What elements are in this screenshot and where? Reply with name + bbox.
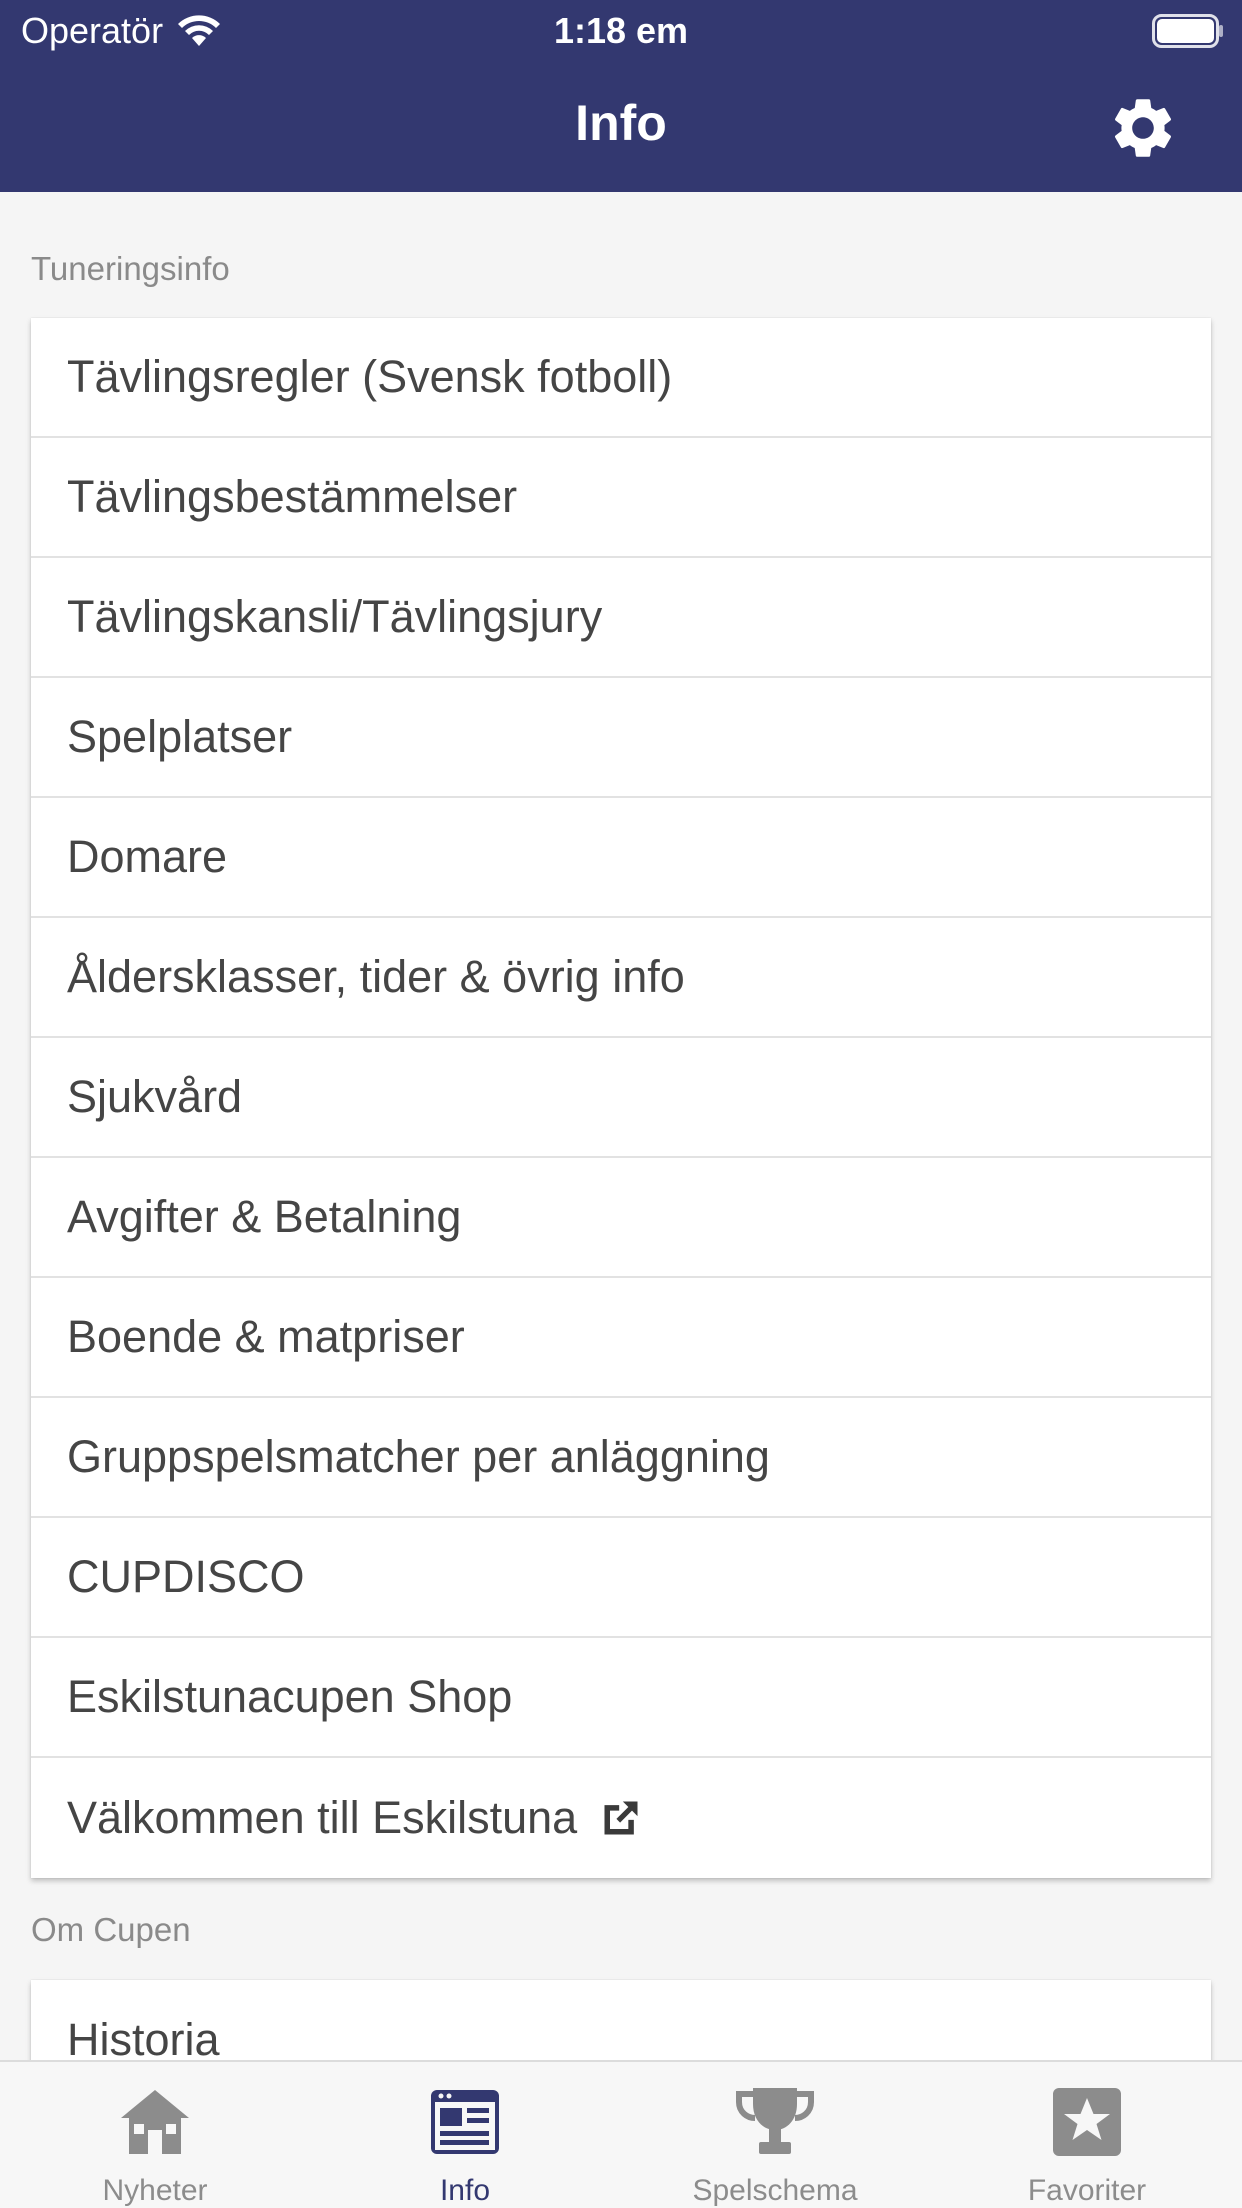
star-icon [1053, 2088, 1121, 2156]
tuneringsinfo-list: Tävlingsregler (Svensk fotboll) Tävlings… [31, 318, 1211, 1878]
list-item[interactable]: Tävlingsbestämmelser [31, 438, 1211, 558]
tab-favoriter[interactable]: Favoriter [932, 2062, 1242, 2208]
tab-nyheter[interactable]: Nyheter [0, 2062, 310, 2208]
list-item[interactable]: Boende & matpriser [31, 1278, 1211, 1398]
list-item-label: Spelplatser [67, 711, 293, 762]
tab-label: Favoriter [1027, 2174, 1147, 2207]
tab-label: Info [439, 2174, 491, 2207]
tab-bar: Nyheter Info Spelschema Favoriter [0, 2060, 1242, 2208]
list-item[interactable]: Gruppspelsmatcher per anläggning [31, 1398, 1211, 1518]
list-item-label: Sjukvård [67, 1071, 243, 1122]
list-item-label: Välkommen till Eskilstuna [67, 1792, 578, 1843]
status-time: 1:18 em [553, 10, 689, 51]
info-icon [431, 2090, 499, 2154]
list-item-label: CUPDISCO [67, 1551, 305, 1602]
list-item[interactable]: Spelplatser [31, 678, 1211, 798]
list-item-label: Historia [67, 2014, 220, 2065]
tab-label: Spelschema [692, 2174, 858, 2207]
list-item-label: Tävlingsregler (Svensk fotboll) [67, 351, 673, 402]
status-bar: Operatör 1:18 em [0, 0, 1242, 62]
list-item[interactable]: CUPDISCO [31, 1518, 1211, 1638]
app-header: Operatör 1:18 em Info [0, 0, 1242, 192]
list-item[interactable]: Avgifter & Betalning [31, 1158, 1211, 1278]
list-item[interactable]: Eskilstunacupen Shop [31, 1638, 1211, 1758]
list-item[interactable]: Domare [31, 798, 1211, 918]
settings-gear-icon[interactable] [1107, 92, 1179, 164]
list-item-label: Eskilstunacupen Shop [67, 1671, 513, 1722]
list-item[interactable]: Sjukvård [31, 1038, 1211, 1158]
list-item-label: Åldersklasser, tider & övrig info [67, 951, 685, 1002]
list-item-label: Domare [67, 831, 228, 882]
battery-icon [1152, 14, 1223, 48]
list-item[interactable]: Tävlingsregler (Svensk fotboll) [31, 318, 1211, 438]
list-item-label: Avgifter & Betalning [67, 1191, 462, 1242]
list-item[interactable]: Åldersklasser, tider & övrig info [31, 918, 1211, 1038]
list-item-external[interactable]: Välkommen till Eskilstuna [31, 1758, 1211, 1878]
tab-info[interactable]: Info [310, 2062, 620, 2208]
trophy-icon [736, 2088, 814, 2154]
list-item-label: Boende & matpriser [67, 1311, 465, 1362]
list-item-label: Tävlingsbestämmelser [67, 471, 518, 522]
page-title: Info [575, 95, 667, 151]
section-label-tuneringsinfo: Tuneringsinfo [31, 250, 230, 287]
home-icon [121, 2090, 189, 2154]
list-item-label: Tävlingskansli/Tävlingsjury [67, 591, 603, 642]
external-link-icon [604, 1801, 638, 1835]
list-item[interactable]: Tävlingskansli/Tävlingsjury [31, 558, 1211, 678]
list-item-label: Gruppspelsmatcher per anläggning [67, 1431, 770, 1482]
tab-spelschema[interactable]: Spelschema [620, 2062, 930, 2208]
section-label-om-cupen: Om Cupen [31, 1911, 191, 1948]
tab-label: Nyheter [102, 2174, 208, 2207]
